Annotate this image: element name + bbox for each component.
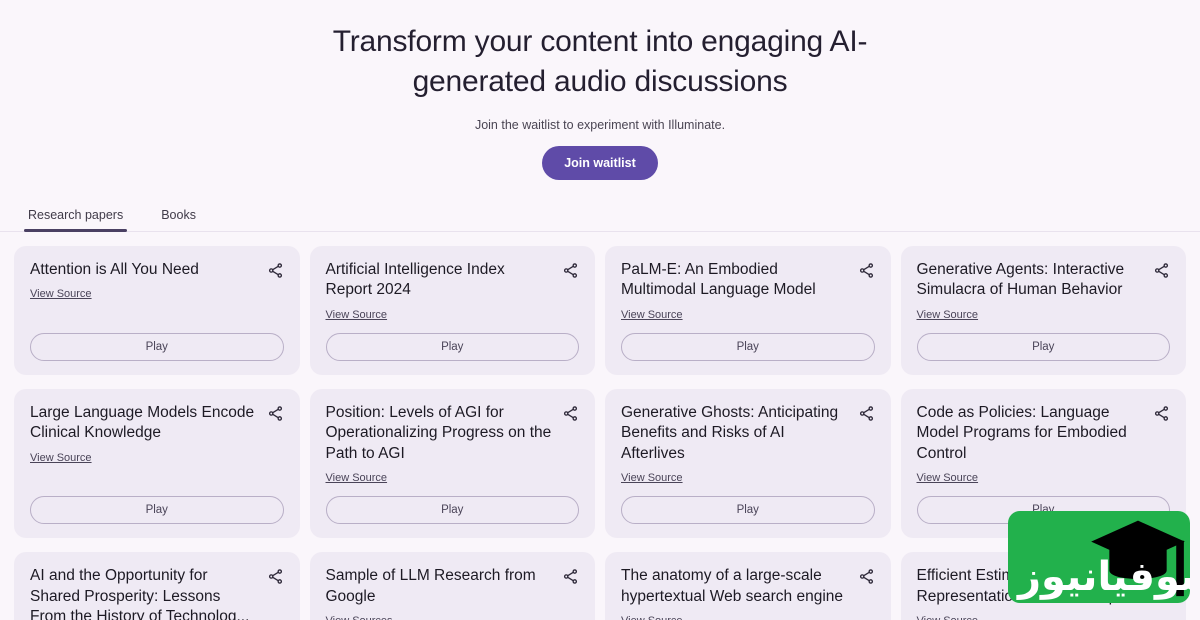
- view-source-link[interactable]: View Source: [621, 472, 683, 484]
- paper-card[interactable]: PaLM-E: An Embodied Multimodal Language …: [605, 245, 891, 375]
- card-title: Attention is All You Need: [30, 260, 199, 278]
- card-title: Artificial Intelligence Index Report 202…: [325, 260, 505, 299]
- share-icon[interactable]: [1153, 262, 1170, 279]
- play-button-wrap: Play: [621, 484, 875, 525]
- card-title: PaLM-E: An Embodied Multimodal Language …: [621, 260, 816, 299]
- share-icon[interactable]: [562, 405, 579, 422]
- paper-card[interactable]: Position: Levels of AGI for Operationali…: [309, 388, 595, 539]
- tab-research-papers[interactable]: Research papers: [24, 202, 128, 232]
- paper-card[interactable]: Generative Ghosts: Anticipating Benefits…: [605, 388, 891, 539]
- card-header: Code as Policies: Language Model Program…: [917, 403, 1171, 464]
- paper-card[interactable]: Large Language Models Encode Clinical Kn…: [14, 388, 300, 539]
- play-button-wrap: Play: [325, 321, 579, 361]
- play-button[interactable]: Play: [325, 496, 579, 525]
- card-title: Position: Levels of AGI for Operationali…: [325, 403, 552, 462]
- share-icon[interactable]: [562, 262, 579, 279]
- play-button[interactable]: Play: [916, 332, 1170, 361]
- paper-card[interactable]: Artificial Intelligence Index Report 202…: [309, 245, 595, 375]
- share-icon[interactable]: [1153, 405, 1170, 422]
- paper-card[interactable]: AI and the Opportunity for Shared Prospe…: [14, 552, 300, 620]
- tab-bar: Research papers Books: [0, 202, 1200, 232]
- card-title: Generative Ghosts: Anticipating Benefits…: [621, 403, 839, 462]
- view-source-link[interactable]: View Source: [30, 452, 92, 464]
- card-header: Artificial Intelligence Index Report 202…: [326, 260, 580, 301]
- watermark-overlay: سوفیانیوز: [1008, 511, 1190, 603]
- card-header: PaLM-E: An Embodied Multimodal Language …: [621, 260, 875, 301]
- share-icon[interactable]: [858, 568, 875, 585]
- paper-card[interactable]: Attention is All You Need View Source Play: [14, 245, 300, 375]
- card-title: Large Language Models Encode Clinical Kn…: [30, 403, 255, 442]
- play-button[interactable]: Play: [30, 496, 284, 525]
- view-source-link[interactable]: View Sources: [326, 615, 393, 620]
- play-button[interactable]: Play: [30, 332, 284, 361]
- play-button-wrap: Play: [621, 321, 875, 361]
- play-button-wrap: Play: [30, 321, 284, 361]
- hero-subtitle: Join the waitlist to experiment with Ill…: [474, 117, 726, 132]
- play-button-wrap: Play: [916, 321, 1170, 361]
- page-title: Transform your content into engaging AI-…: [332, 25, 868, 98]
- paper-card[interactable]: Generative Agents: Interactive Simulacra…: [900, 245, 1186, 375]
- play-button[interactable]: Play: [621, 496, 875, 525]
- card-header: Position: Levels of AGI for Operationali…: [326, 403, 580, 464]
- paper-card[interactable]: Sample of LLM Research from Google View S…: [309, 552, 595, 620]
- card-header: The anatomy of a large-scale hypertextua…: [621, 566, 875, 607]
- play-button-wrap: Play: [30, 484, 284, 525]
- tab-books[interactable]: Books: [157, 202, 200, 231]
- card-header: Generative Agents: Interactive Simulacra…: [917, 260, 1171, 301]
- card-title: AI and the Opportunity for Shared Prospe…: [30, 567, 250, 620]
- play-button[interactable]: Play: [621, 332, 875, 361]
- card-header: Generative Ghosts: Anticipating Benefits…: [621, 403, 875, 464]
- share-icon[interactable]: [858, 405, 875, 422]
- card-title: Code as Policies: Language Model Program…: [916, 403, 1127, 462]
- join-waitlist-button[interactable]: Join waitlist: [542, 145, 658, 180]
- card-header: AI and the Opportunity for Shared Prospe…: [30, 566, 284, 620]
- share-icon[interactable]: [267, 568, 284, 585]
- card-header: Large Language Models Encode Clinical Kn…: [30, 403, 284, 444]
- card-title: Generative Agents: Interactive Simulacra…: [916, 260, 1125, 299]
- share-icon[interactable]: [858, 262, 875, 279]
- view-source-link[interactable]: View Source: [917, 309, 979, 321]
- share-icon[interactable]: [267, 262, 284, 279]
- view-source-link[interactable]: View Source: [917, 472, 979, 484]
- card-title: The anatomy of a large-scale hypertextua…: [621, 567, 844, 605]
- play-button[interactable]: Play: [325, 332, 579, 361]
- paper-card[interactable]: The anatomy of a large-scale hypertextua…: [605, 552, 891, 620]
- view-source-link[interactable]: View Source: [917, 615, 979, 620]
- view-source-link[interactable]: View Source: [30, 288, 92, 300]
- watermark-text: سوفیانیوز: [1018, 554, 1190, 600]
- play-button-wrap: Play: [325, 484, 579, 525]
- card-header: Attention is All You Need: [30, 260, 284, 280]
- hero-section: Transform your content into engaging AI-…: [0, 0, 1200, 180]
- view-source-link[interactable]: View Source: [621, 615, 683, 620]
- card-header: Sample of LLM Research from Google: [326, 566, 580, 607]
- share-icon[interactable]: [562, 568, 579, 585]
- card-title: Sample of LLM Research from Google: [325, 567, 536, 605]
- view-source-link[interactable]: View Source: [621, 309, 683, 321]
- view-source-link[interactable]: View Source: [326, 472, 388, 484]
- share-icon[interactable]: [267, 405, 284, 422]
- view-source-link[interactable]: View Source: [326, 309, 388, 321]
